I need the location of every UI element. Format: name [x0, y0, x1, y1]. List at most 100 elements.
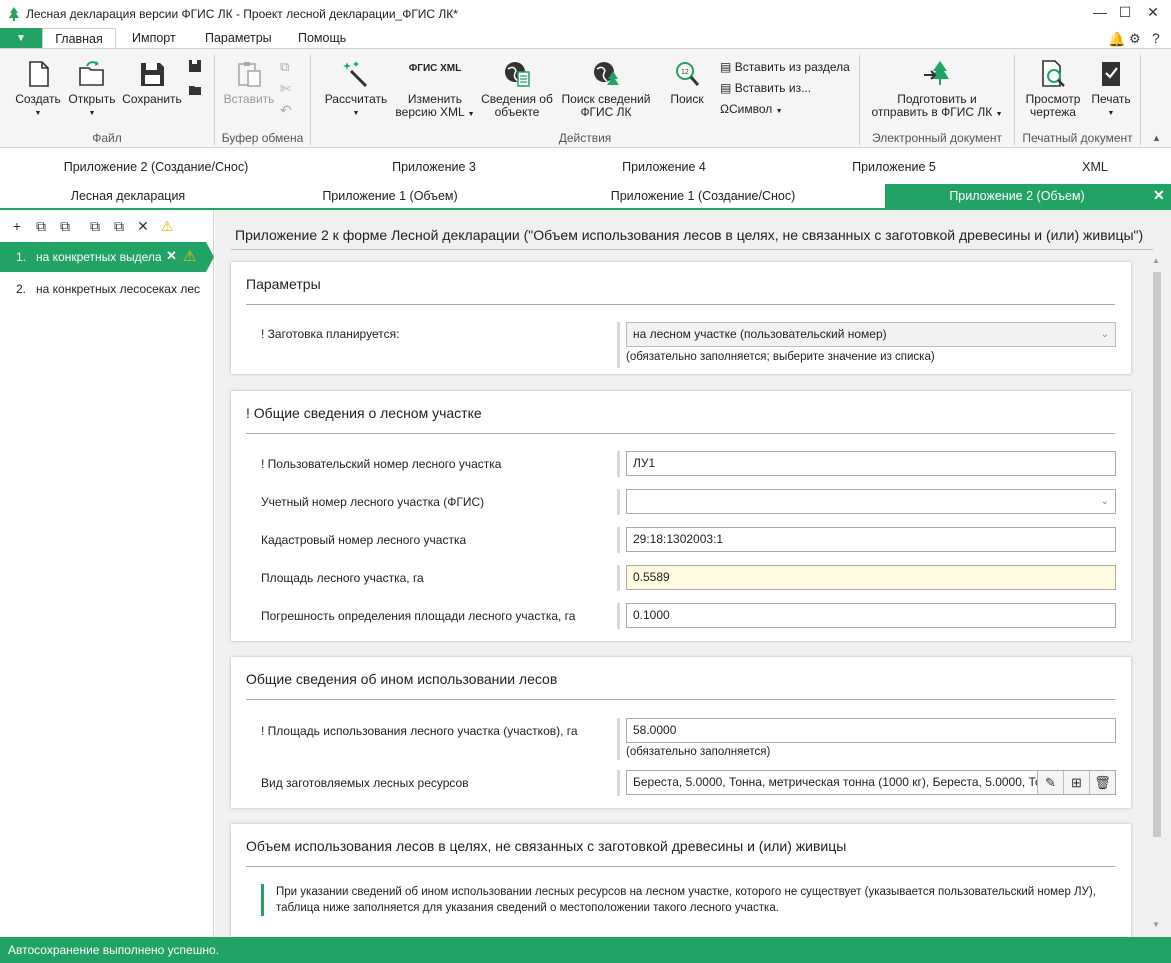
user-number-field[interactable]: ЛУ1: [626, 451, 1116, 476]
harvest-planned-select[interactable]: на лесном участке (пользовательский номе…: [626, 322, 1116, 347]
prepare-label-2: отправить в ФГИС ЛК: [871, 105, 993, 119]
preview-drawing-button[interactable]: Просмотр чертежа: [1020, 59, 1086, 119]
group-separator: [1140, 55, 1141, 145]
vertical-scrollbar[interactable]: ▲ ▼: [1152, 256, 1162, 930]
close-tab-icon[interactable]: ✕: [1153, 187, 1165, 204]
file-menu-button[interactable]: ▼: [0, 28, 42, 49]
save-as-icon[interactable]: [188, 59, 202, 76]
tab-declaration[interactable]: Лесная декларация: [12, 184, 244, 208]
duplicate-icon[interactable]: ⧉: [56, 218, 74, 235]
params-card: Параметры ! Заготовка планируется: на ле…: [231, 262, 1131, 374]
preview-label-1: Просмотр: [1025, 92, 1081, 106]
delete-icon[interactable]: ✕: [134, 218, 152, 235]
field-bar: [617, 770, 620, 796]
save-label: Сохранить: [122, 92, 182, 106]
open-table-icon[interactable]: ⊞: [1063, 771, 1089, 794]
clipboard-group-label: Буфер обмена: [221, 131, 304, 145]
add-icon[interactable]: +: [8, 218, 26, 234]
search-fgis-label-2: ФГИС ЛК: [580, 105, 632, 119]
symbol-button[interactable]: ΩСимвол ▼: [720, 101, 783, 117]
calculate-button[interactable]: Рассчитать ▼: [322, 59, 390, 120]
search-fgis-label-1: Поиск сведений: [561, 92, 651, 106]
create-button[interactable]: Создать ▼: [14, 59, 62, 120]
resources-field[interactable]: Береста, 5.0000, Тонна, метрическая тонн…: [626, 770, 1116, 795]
tab-appendix-1-volume[interactable]: Приложение 1 (Объем): [274, 184, 506, 208]
settings-icon[interactable]: ⚙: [1129, 31, 1141, 47]
tab-parameters[interactable]: Параметры: [195, 28, 282, 49]
object-info-button[interactable]: Сведения об объекте: [478, 59, 556, 119]
trash-icon[interactable]: 🗑: [1089, 771, 1115, 794]
tab-appendix-2-volume[interactable]: Приложение 2 (Объем): [885, 184, 1171, 208]
field-bar: [617, 322, 620, 368]
copy-icon[interactable]: ⧉: [86, 218, 104, 235]
list-item-label: на конкретных выдела: [36, 250, 162, 264]
scroll-down-icon[interactable]: ▼: [1152, 920, 1160, 929]
account-number-select[interactable]: ⌄: [626, 489, 1116, 514]
help-icon[interactable]: ?: [1152, 30, 1160, 46]
list-item-number: 2.: [16, 282, 27, 296]
actions-group-label: Действия: [558, 131, 612, 145]
app-icon: [6, 6, 22, 22]
undo-icon[interactable]: ↶: [280, 102, 292, 119]
field-bar: [617, 489, 620, 515]
tree-arrow-icon: [924, 61, 949, 85]
list-item-2[interactable]: 2. на конкретных лесосеках лес: [0, 274, 214, 304]
insert-from-button[interactable]: ▤ Вставить из...: [720, 80, 811, 96]
search-button[interactable]: 12 Поиск: [664, 59, 710, 106]
scroll-up-icon[interactable]: ▲: [1152, 256, 1160, 265]
params-divider: [246, 304, 1115, 305]
close-window-icon[interactable]: ✕: [1142, 4, 1164, 24]
area-field[interactable]: 0.5589: [626, 565, 1116, 590]
document-tabs-row-2: Лесная декларация Приложение 1 (Объем) П…: [0, 183, 1171, 210]
maximize-icon[interactable]: ☐: [1114, 4, 1136, 24]
insert-section-icon: ▤: [720, 60, 732, 74]
tab-xml[interactable]: XML: [1040, 155, 1150, 179]
cut-icon[interactable]: ✄: [280, 81, 291, 97]
remove-item-icon[interactable]: ✕: [166, 248, 177, 264]
cadastral-number-field[interactable]: 29:18:1302003:1: [626, 527, 1116, 552]
search-label: Поиск: [670, 92, 704, 106]
insert-section-label: Вставить из раздела: [734, 60, 850, 74]
field-bar: [617, 603, 620, 629]
paste-button[interactable]: Вставить: [220, 59, 278, 106]
tab-appendix-4[interactable]: Приложение 4: [548, 155, 780, 179]
left-panel: + ⧉ ⧉ ⧉ ⧉ ✕ ⚠ 1. на конкретных выдела ✕ …: [0, 210, 214, 937]
chevron-down-icon: ⌄: [1100, 329, 1109, 340]
tab-import[interactable]: Импорт: [122, 28, 186, 49]
field-bar: [617, 565, 620, 591]
collapse-ribbon-icon[interactable]: ▲: [1152, 133, 1161, 143]
save-disk-icon: [141, 63, 164, 86]
tab-appendix-1-create[interactable]: Приложение 1 (Создание/Снос): [587, 184, 819, 208]
paste-label: Вставить: [223, 92, 275, 106]
calculate-label: Рассчитать: [324, 92, 388, 106]
open-recent-icon[interactable]: [188, 82, 202, 99]
change-xml-version-button[interactable]: ФГИС XML Изменить версию XML ▼: [394, 59, 476, 121]
paste-row-icon[interactable]: ⧉: [110, 218, 128, 235]
save-button[interactable]: Сохранить: [121, 59, 183, 106]
search-fgis-button[interactable]: Поиск сведений ФГИС ЛК: [558, 59, 654, 119]
tab-help[interactable]: Помощь: [288, 28, 356, 49]
open-button[interactable]: Открыть ▼: [66, 59, 118, 120]
use-area-field[interactable]: 58.0000: [626, 718, 1116, 743]
area-error-field[interactable]: 0.1000: [626, 603, 1116, 628]
copy-icon[interactable]: ⧉: [280, 59, 289, 75]
edit-icon[interactable]: ✎: [1037, 771, 1063, 794]
tab-home[interactable]: Главная: [42, 28, 116, 49]
tab-appendix-2-create[interactable]: Приложение 2 (Создание/Снос): [40, 155, 272, 179]
print-button[interactable]: Печать ▼: [1088, 59, 1134, 120]
scroll-thumb[interactable]: [1153, 272, 1161, 837]
bell-icon[interactable]: 🔔: [1108, 31, 1125, 48]
edoc-group-label: Электронный документ: [871, 131, 1003, 145]
omega-icon: Ω: [720, 102, 729, 116]
harvest-planned-value: на лесном участке (пользовательский номе…: [633, 327, 887, 341]
prepare-label-1: Подготовить и: [897, 92, 977, 106]
insert-from-label: Вставить из...: [734, 81, 812, 95]
tab-appendix-5[interactable]: Приложение 5: [778, 155, 1010, 179]
page-title: Приложение 2 к форме Лесной декларации (…: [235, 227, 1144, 243]
tab-appendix-3[interactable]: Приложение 3: [318, 155, 550, 179]
volume-title: Объем использования лесов в целях, не св…: [246, 838, 847, 854]
minimize-icon[interactable]: —: [1089, 4, 1111, 24]
prepare-send-button[interactable]: Подготовить и отправить в ФГИС ЛК ▼: [866, 59, 1008, 121]
insert-from-section-button[interactable]: ▤ Вставить из раздела: [720, 59, 850, 75]
add-copy-icon[interactable]: ⧉: [32, 218, 50, 235]
